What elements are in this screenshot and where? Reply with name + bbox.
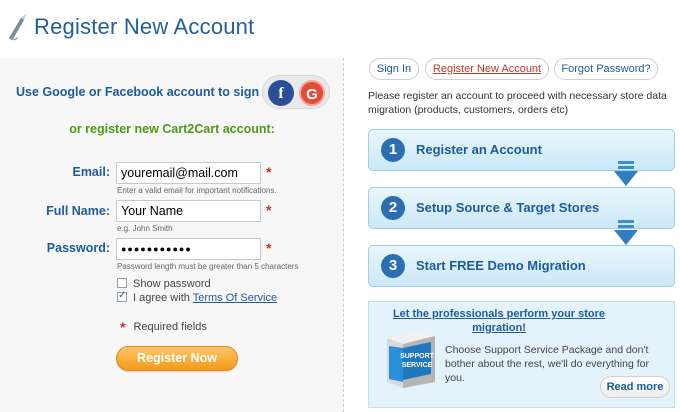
tab-sign-in[interactable]: Sign In [369,58,419,80]
password-field[interactable] [116,238,261,260]
register-subtitle: or register new Cart2Cart account: [69,122,275,136]
box-text-line-1: SUPPORT [400,353,435,360]
page-title: Register New Account [34,14,255,39]
step-label: Register an Account [416,142,542,157]
agree-terms-label: I agree with [133,292,190,304]
social-signin-label: Use Google or Facebook account to sign i… [16,85,278,99]
agree-terms-checkbox[interactable] [117,290,127,302]
support-service-promo: Let the professionals perform your store… [368,301,675,408]
step-label: Setup Source & Target Stores [416,200,600,215]
step-number: 1 [381,138,405,162]
show-password-checkbox[interactable] [117,278,127,288]
social-signin-buttons: f G [262,75,330,109]
step-label: Start FREE Demo Migration [416,258,586,273]
tab-register[interactable]: Register New Account [425,58,549,80]
support-service-box-image: SUPPORT SERVICE [387,330,435,388]
agree-terms-row: I agree with Terms Of Service [117,290,277,304]
facebook-signin-button[interactable]: f [268,80,294,106]
intro-text: Please register an account to proceed wi… [368,90,667,116]
google-signin-button[interactable]: G [299,80,325,106]
arrow-down-icon [614,161,638,186]
step-number: 3 [381,254,405,278]
cart2cart-logo-icon [8,14,26,41]
header: Register New Account [0,0,680,56]
password-hint: Password length must be greater than 5 c… [117,262,299,271]
required-fields-note: * Required fields [120,319,207,335]
email-required-star: * [266,164,272,180]
email-field[interactable] [116,162,261,184]
required-note-star: * [120,319,126,335]
email-hint: Enter a valid email for important notifi… [117,186,277,195]
step-number: 2 [381,196,405,220]
full-name-hint: e.g. John Smith [117,224,173,233]
email-label: Email: [72,165,110,179]
register-now-button[interactable]: Register Now [116,346,238,371]
full-name-required-star: * [266,202,272,218]
arrow-down-icon [614,220,638,245]
password-label: Password: [46,241,110,255]
read-more-button[interactable]: Read more [600,376,670,398]
password-required-star: * [266,240,272,256]
tab-register-label: Register New Account [432,63,542,75]
full-name-label: Full Name: [46,204,110,218]
required-note-text: Required fields [133,321,207,333]
full-name-field[interactable] [116,200,261,222]
box-text-line-2: SERVICE [402,362,433,369]
show-password-row: Show password [117,278,211,290]
tab-forgot-password[interactable]: Forgot Password? [554,58,658,80]
terms-of-service-link[interactable]: Terms Of Service [193,292,277,304]
tab-sign-in-label: Sign In [376,63,412,75]
registration-panel: Use Google or Facebook account to sign i… [0,58,344,412]
step-start-demo: 3 Start FREE Demo Migration [368,245,675,287]
tab-forgot-password-label: Forgot Password? [561,63,651,75]
show-password-label: Show password [133,278,211,290]
